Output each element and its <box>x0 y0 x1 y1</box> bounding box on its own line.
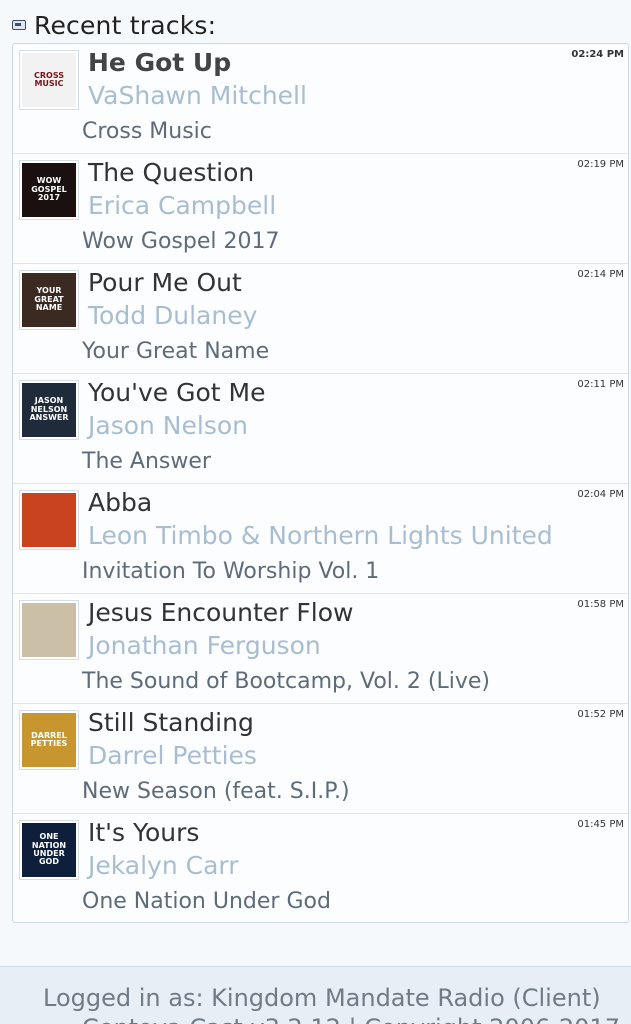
track-artist: VaShawn Mitchell <box>88 81 307 110</box>
track-row: WOW GOSPEL 2017 The Question Erica Campbel… <box>13 154 628 264</box>
track-artist: Leon Timbo & Northern Lights United <box>88 521 553 550</box>
recent-tracks-page: Recent tracks: CROSS MUSIC He Got Up VaSha… <box>0 0 631 1024</box>
track-row: Jesus Encounter Flow Jonathan Ferguson The… <box>13 594 628 704</box>
track-album: Cross Music <box>82 119 212 144</box>
album-cover: JASON NELSON ANSWER <box>19 380 79 440</box>
track-row: Abba Leon Timbo & Northern Lights United I… <box>13 484 628 594</box>
track-row: YOUR GREAT NAME Pour Me Out Todd Dulaney Yo… <box>13 264 628 374</box>
album-cover: WOW GOSPEL 2017 <box>19 160 79 220</box>
album-cover-art: WOW GOSPEL 2017 <box>22 163 76 217</box>
album-cover <box>19 600 79 660</box>
album-cover <box>19 490 79 550</box>
track-play-time: 01:58 PM <box>577 599 624 610</box>
album-cover: DARREL PETTIES <box>19 710 79 770</box>
copyright-notice: Centova Cast v3.2.12 | Copyright 2006-20… <box>82 1014 620 1024</box>
album-cover-art: CROSS MUSIC <box>22 53 76 107</box>
album-cover: YOUR GREAT NAME <box>19 270 79 330</box>
track-album: Wow Gospel 2017 <box>82 229 280 254</box>
track-album: The Sound of Bootcamp, Vol. 2 (Live) <box>82 669 490 694</box>
track-row: ONE NATION UNDER GOD It's Yours Jekalyn Ca… <box>13 814 628 922</box>
track-artist: Todd Dulaney <box>88 301 258 330</box>
album-cover-art <box>22 603 76 657</box>
track-play-time: 02:11 PM <box>577 379 624 390</box>
album-cover-art: ONE NATION UNDER GOD <box>22 823 76 877</box>
album-cover-art: YOUR GREAT NAME <box>22 273 76 327</box>
track-row: CROSS MUSIC He Got Up VaShawn Mitchell Cros… <box>13 44 628 154</box>
album-cover-art: DARREL PETTIES <box>22 713 76 767</box>
track-artist: Jonathan Ferguson <box>88 631 321 660</box>
track-play-time: 02:19 PM <box>577 159 624 170</box>
track-artist: Erica Campbell <box>88 191 277 220</box>
track-album: The Answer <box>82 449 211 474</box>
panel-header: Recent tracks: <box>12 8 216 42</box>
album-cover-art <box>22 493 76 547</box>
footer: Logged in as: Kingdom Mandate Radio (Cli… <box>0 966 631 1024</box>
album-cover: CROSS MUSIC <box>19 50 79 110</box>
track-title: He Got Up <box>88 48 232 77</box>
track-title: It's Yours <box>88 818 200 847</box>
album-cover-art: JASON NELSON ANSWER <box>22 383 76 437</box>
track-play-time: 02:14 PM <box>577 269 624 280</box>
track-album: Your Great Name <box>82 339 270 364</box>
track-album: One Nation Under God <box>82 889 331 914</box>
album-cover: ONE NATION UNDER GOD <box>19 820 79 880</box>
panel-title: Recent tracks: <box>34 10 217 40</box>
track-artist: Darrel Petties <box>88 741 257 770</box>
track-play-time: 01:45 PM <box>577 819 624 830</box>
logged-in-status: Logged in as: Kingdom Mandate Radio (Cli… <box>43 984 601 1012</box>
track-title: Pour Me Out <box>88 268 242 297</box>
track-title: Still Standing <box>88 708 254 737</box>
track-play-time: 01:52 PM <box>577 709 624 720</box>
track-row: JASON NELSON ANSWER You've Got Me Jason Ne… <box>13 374 628 484</box>
track-album: Invitation To Worship Vol. 1 <box>82 559 380 584</box>
track-artist: Jekalyn Carr <box>88 851 239 880</box>
track-play-time: 02:24 PM <box>571 49 624 60</box>
track-play-time: 02:04 PM <box>577 489 624 500</box>
track-artist: Jason Nelson <box>88 411 248 440</box>
track-title: You've Got Me <box>88 378 266 407</box>
track-album: New Season (feat. S.I.P.) <box>82 779 350 804</box>
track-row: DARREL PETTIES Still Standing Darrel Petti… <box>13 704 628 814</box>
track-title: Abba <box>88 488 153 517</box>
recent-tracks-list: CROSS MUSIC He Got Up VaShawn Mitchell Cros… <box>12 43 629 923</box>
track-title: The Question <box>88 158 255 187</box>
track-title: Jesus Encounter Flow <box>88 598 354 627</box>
radio-icon <box>12 20 26 30</box>
